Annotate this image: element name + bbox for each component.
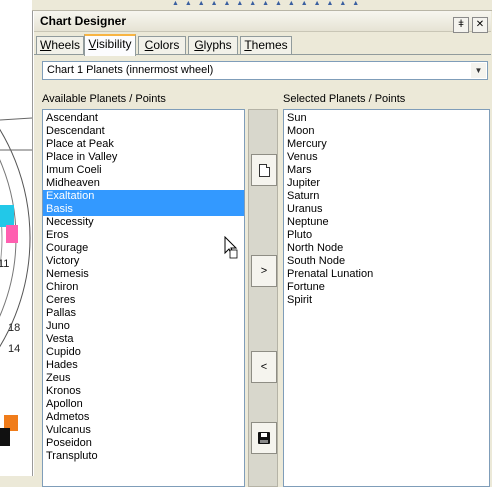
- list-item[interactable]: Spirit: [284, 294, 489, 307]
- add-button[interactable]: >: [251, 255, 277, 287]
- list-item[interactable]: Basis: [43, 203, 244, 216]
- save-icon: [258, 432, 270, 444]
- list-item[interactable]: Pallas: [43, 307, 244, 320]
- top-splitter[interactable]: ▲ ▲ ▲ ▲ ▲ ▲ ▲ ▲ ▲ ▲ ▲ ▲ ▲ ▲ ▲: [32, 0, 492, 11]
- list-item[interactable]: Sun: [284, 112, 489, 125]
- close-icon[interactable]: ✕: [472, 17, 488, 33]
- list-item[interactable]: Midheaven: [43, 177, 244, 190]
- list-item[interactable]: Zeus: [43, 372, 244, 385]
- mouse-cursor-icon: [224, 236, 238, 259]
- chart-degree-label: 18: [8, 322, 21, 334]
- list-item[interactable]: Neptune: [284, 216, 489, 229]
- list-item[interactable]: Imum Coeli: [43, 164, 244, 177]
- list-item[interactable]: Cupido: [43, 346, 244, 359]
- list-item[interactable]: Chiron: [43, 281, 244, 294]
- list-item[interactable]: Courage: [43, 242, 244, 255]
- list-item[interactable]: Eros: [43, 229, 244, 242]
- list-item[interactable]: Mercury: [284, 138, 489, 151]
- wheel-select-value: Chart 1 Planets (innermost wheel): [47, 64, 214, 76]
- new-document-icon: [259, 164, 270, 177]
- list-item[interactable]: Ceres: [43, 294, 244, 307]
- available-points-list[interactable]: Ascendant Descendant Place at Peak Place in…: [42, 109, 245, 487]
- list-item[interactable]: Mars: [284, 164, 489, 177]
- list-item[interactable]: Descendant: [43, 125, 244, 138]
- list-item[interactable]: Prenatal Lunation: [284, 268, 489, 281]
- chart-designer-panel: Chart Designer ǂ ✕ Wheels Visibility Colo…: [33, 11, 491, 487]
- list-item[interactable]: Fortune: [284, 281, 489, 294]
- list-item[interactable]: North Node: [284, 242, 489, 255]
- panel-title-bar: Chart Designer ǂ ✕: [34, 11, 491, 33]
- list-item[interactable]: Pluto: [284, 229, 489, 242]
- list-item[interactable]: Place at Peak: [43, 138, 244, 151]
- selected-points-list[interactable]: Sun Moon Mercury Venus Mars Jupiter Saturn Uran…: [283, 109, 490, 487]
- list-item[interactable]: Venus: [284, 151, 489, 164]
- list-item[interactable]: Vesta: [43, 333, 244, 346]
- tab-wheels[interactable]: Wheels: [36, 36, 84, 54]
- list-item[interactable]: Vulcanus: [43, 424, 244, 437]
- chart-degree-label: 14: [8, 343, 21, 355]
- panel-title: Chart Designer: [40, 14, 127, 28]
- list-item[interactable]: South Node: [284, 255, 489, 268]
- tab-glyphs[interactable]: Glyphs: [188, 36, 238, 54]
- list-item[interactable]: Saturn: [284, 190, 489, 203]
- list-item[interactable]: Juno: [43, 320, 244, 333]
- transfer-button-column: > <: [248, 109, 278, 487]
- chart-wheel-graphic: [0, 117, 32, 446]
- list-item[interactable]: Moon: [284, 125, 489, 138]
- available-label: Available Planets / Points: [42, 93, 166, 105]
- list-item[interactable]: Uranus: [284, 203, 489, 216]
- tab-themes[interactable]: Themes: [240, 36, 292, 54]
- pin-icon[interactable]: ǂ: [453, 17, 469, 33]
- chart-degree-label: 11: [0, 258, 10, 270]
- tab-strip: Wheels Visibility Colors Glyphs Themes: [34, 32, 491, 56]
- list-item[interactable]: Kronos: [43, 385, 244, 398]
- save-button[interactable]: [251, 422, 277, 454]
- list-item[interactable]: Place in Valley: [43, 151, 244, 164]
- list-item[interactable]: Apollon: [43, 398, 244, 411]
- chart-wheel-partial: 11 18 14: [0, 0, 33, 476]
- list-item[interactable]: Nemesis: [43, 268, 244, 281]
- list-item[interactable]: Victory: [43, 255, 244, 268]
- list-item[interactable]: Jupiter: [284, 177, 489, 190]
- new-button[interactable]: [251, 154, 277, 186]
- tab-visibility[interactable]: Visibility: [84, 34, 136, 56]
- list-item[interactable]: Exaltation: [43, 190, 244, 203]
- list-item[interactable]: Transpluto: [43, 450, 244, 463]
- list-item[interactable]: Admetos: [43, 411, 244, 424]
- tab-colors[interactable]: Colors: [138, 36, 186, 54]
- chevron-down-icon[interactable]: ▼: [471, 63, 486, 78]
- list-item[interactable]: Hades: [43, 359, 244, 372]
- list-item[interactable]: Necessity: [43, 216, 244, 229]
- remove-button[interactable]: <: [251, 351, 277, 383]
- wheel-select[interactable]: Chart 1 Planets (innermost wheel) ▼: [42, 61, 488, 80]
- splitter-arrows-icon: ▲ ▲ ▲ ▲ ▲ ▲ ▲ ▲ ▲ ▲ ▲ ▲ ▲ ▲ ▲: [172, 0, 362, 7]
- selected-label: Selected Planets / Points: [283, 93, 406, 105]
- list-item[interactable]: Poseidon: [43, 437, 244, 450]
- list-item[interactable]: Ascendant: [43, 112, 244, 125]
